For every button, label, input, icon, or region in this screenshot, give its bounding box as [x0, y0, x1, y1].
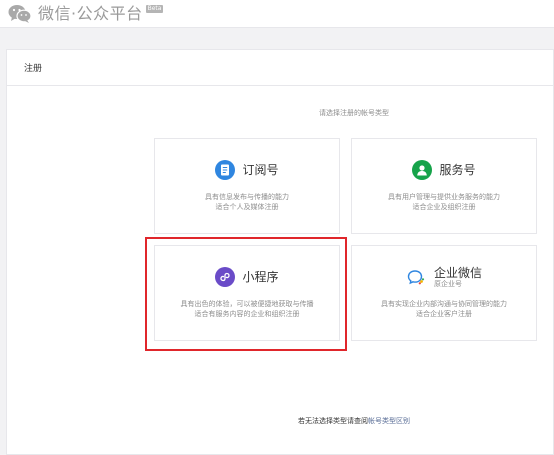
card-subscription[interactable]: 订阅号 具有信息发布与传播的能力 适合个人及媒体注册 [154, 138, 340, 234]
account-type-diff-link[interactable]: 帐号类型区别 [368, 417, 410, 425]
card-description: 具有信息发布与传播的能力 适合个人及媒体注册 [205, 193, 289, 211]
chat-bubble-icon [406, 267, 426, 287]
card-title: 服务号 [439, 163, 476, 177]
panel-heading: 注册 [7, 50, 553, 86]
document-icon [215, 160, 236, 180]
account-type-prompt: 请选择注册的帐号类型 [319, 109, 389, 117]
card-description: 具有实现企业内部沟通与协同管理的能力 适合企业客户注册 [381, 300, 507, 318]
card-title: 企业微信 [433, 265, 482, 280]
wechat-logo-icon [8, 4, 32, 24]
beta-badge: Beta [145, 5, 164, 13]
account-type-help: 若无法选择类型请查阅帐号类型区别 [7, 416, 553, 426]
app-title: 微信·公众平台 [38, 4, 143, 23]
logo[interactable]: 微信·公众平台 Beta [8, 3, 164, 25]
card-service[interactable]: 服务号 具有用户管理与提供业务服务的能力 适合企业及组织注册 [351, 138, 537, 234]
card-wework[interactable]: 企业微信 原企业号 具有实现企业内部沟通与协同管理的能力 适合企业客户注册 [351, 245, 537, 341]
selection-highlight [145, 237, 347, 351]
help-text: 若无法选择类型请查阅 [298, 417, 368, 425]
person-icon [412, 160, 433, 180]
card-title: 订阅号 [242, 163, 279, 177]
top-header: 微信·公众平台 Beta [0, 0, 554, 28]
card-description: 具有用户管理与提供业务服务的能力 适合企业及组织注册 [388, 193, 500, 211]
card-subtitle: 原企业号 [433, 279, 462, 288]
